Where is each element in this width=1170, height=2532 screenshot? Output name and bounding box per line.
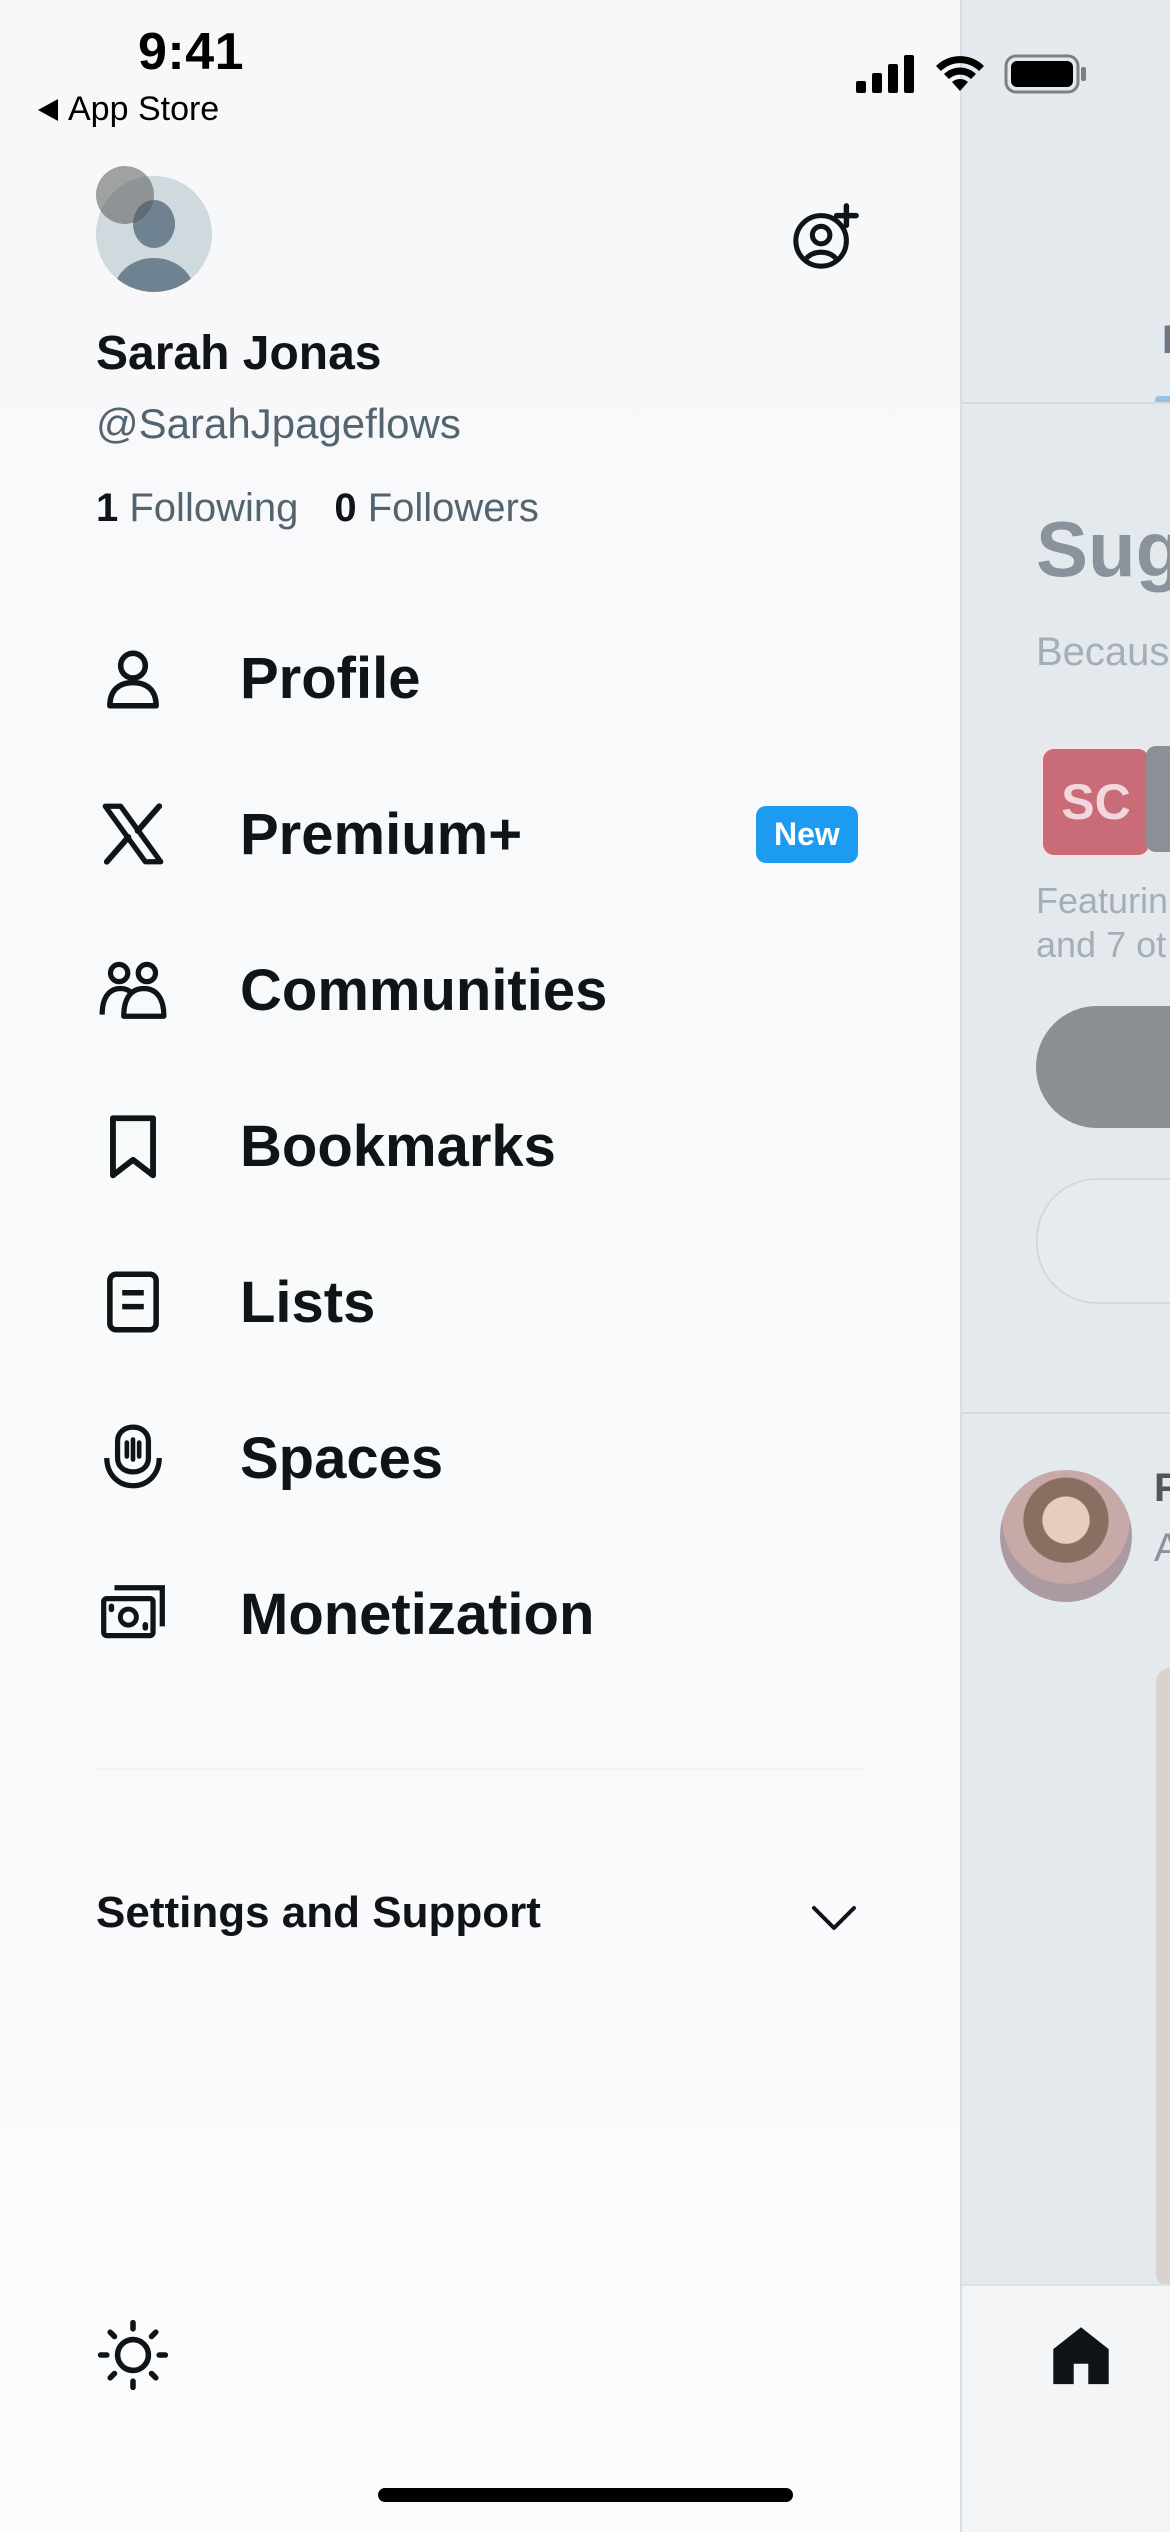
menu-item-label: Communities [240,957,608,1023]
side-drawer: 9:41 App Store Sarah Jonas @SarahJpagefl… [0,0,1086,2532]
community-logo-text: SC [1061,774,1131,830]
community-logo[interactable]: SC [1040,746,1152,858]
featuring-text-line1: Featurin [1036,880,1169,921]
post-media[interactable] [1156,1668,1170,2288]
money-icon [101,1585,165,1639]
tab-label-partial[interactable]: I [1162,318,1170,363]
back-to-app-store[interactable]: App Store [38,90,219,129]
menu-item-label: Premium+ [240,801,523,867]
back-arrow-icon [38,98,58,121]
chevron-down-icon[interactable] [806,1898,862,1938]
post-author-handle: A [1154,1526,1170,1571]
menu-item-label: Lists [240,1269,376,1335]
menu-item-label: Monetization [240,1581,595,1647]
menu-item-label: Spaces [240,1425,444,1491]
add-account-icon[interactable] [790,202,860,272]
status-time: 9:41 [138,23,245,81]
profile-handle: @SarahJpageflows [96,400,461,447]
tab-divider [962,402,1170,404]
menu-item-lists[interactable]: Lists [96,1252,876,1352]
featuring-text-line2: and 7 ot [1036,924,1167,965]
suggested-subtitle: Becaus [1036,630,1170,674]
status-icons [856,54,1088,94]
communities-icon [99,961,167,1019]
secondary-action-button[interactable] [1036,1178,1170,1304]
spaces-icon [104,1424,162,1489]
menu-item-bookmarks[interactable]: Bookmarks [96,1096,876,1196]
home-indicator [378,2488,793,2502]
section-separator [962,1412,1170,1414]
community-logo-secondary [1146,746,1170,852]
menu-item-profile[interactable]: Profile [96,628,876,728]
suggested-title: Sug [1036,505,1170,593]
menu-item-label: Bookmarks [240,1113,556,1179]
home-icon[interactable] [1046,2320,1116,2390]
menu-divider [96,1768,864,1770]
post-avatar[interactable] [1000,1470,1132,1602]
following-label: Following [129,486,299,530]
new-badge: New [756,805,858,863]
post-author-name[interactable]: F [1154,1466,1170,1511]
following-count: 1 [96,486,119,530]
person-icon [107,650,159,709]
main-timeline-background: I Sug Becaus SC Featurin and 7 ot F A [960,0,1170,2532]
display-mode-icon[interactable] [96,2318,170,2392]
signal-icon [856,55,914,93]
menu-item-spaces[interactable]: Spaces [96,1408,876,1508]
menu-item-label: Profile [240,645,421,711]
followers-count: 0 [334,486,357,530]
wifi-icon [936,56,984,91]
battery-icon [1004,54,1086,94]
primary-action-button[interactable] [1036,1006,1170,1128]
follow-counts: 1 Following 0 Followers [96,486,539,531]
account-switch-dot[interactable] [96,166,154,224]
followers-label: Followers [367,486,539,530]
following-link[interactable]: 1 Following [96,486,298,530]
list-icon [107,1271,159,1333]
back-app-label: App Store [68,90,220,128]
bookmark-icon [110,1115,156,1179]
menu-item-monetization[interactable]: Monetization [96,1564,876,1664]
x-logo-icon [102,803,164,865]
menu-item-premium[interactable]: Premium+ New [96,784,876,884]
settings-and-support-toggle[interactable]: Settings and Support [96,1888,541,1938]
followers-link[interactable]: 0 Followers [334,486,539,530]
profile-name[interactable]: Sarah Jonas [96,326,381,381]
menu-item-communities[interactable]: Communities [96,940,876,1040]
